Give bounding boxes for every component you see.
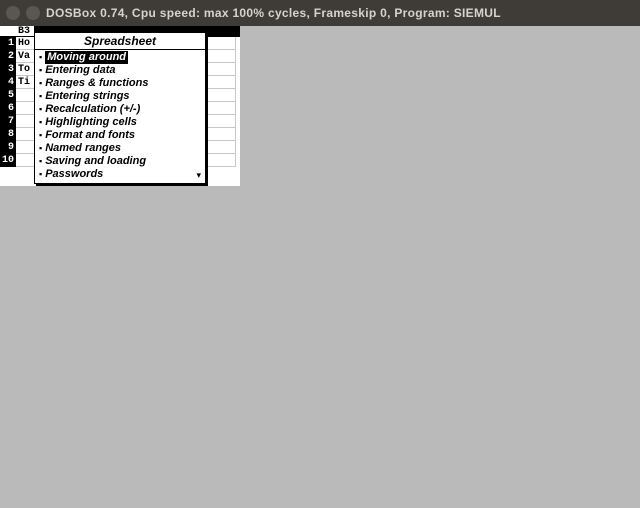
window-titlebar: DOSBox 0.74, Cpu speed: max 100% cycles,… <box>0 0 640 26</box>
row-header: 2 <box>0 50 14 63</box>
row-header: 1 <box>0 37 14 50</box>
bullet-icon: ▪ <box>39 129 42 142</box>
menu-item-label: Passwords <box>45 168 103 181</box>
bullet-icon: ▪ <box>39 142 42 155</box>
menu-item-label: Recalculation (+/-) <box>45 103 140 116</box>
row-header: 6 <box>0 102 14 115</box>
bullet-icon: ▪ <box>39 155 42 168</box>
bullet-icon: ▪ <box>39 103 42 116</box>
menu-item-ranges-functions[interactable]: ▪Ranges & functions <box>35 77 205 90</box>
menu-item-label: Highlighting cells <box>45 116 137 129</box>
row-header: 10 <box>0 154 14 167</box>
close-icon[interactable] <box>6 6 20 20</box>
window-title: DOSBox 0.74, Cpu speed: max 100% cycles,… <box>46 6 501 20</box>
bullet-icon: ▪ <box>39 64 42 77</box>
spreadsheet-help-menu: Spreadsheet ▪Moving around ▪Entering dat… <box>34 32 206 184</box>
bullet-icon: ▪ <box>39 90 42 103</box>
cell-reference: B3 <box>18 26 30 37</box>
row-header: 8 <box>0 128 14 141</box>
bullet-icon: ▪ <box>39 116 42 129</box>
bullet-icon: ▪ <box>39 51 42 64</box>
row-header: 4 <box>0 76 14 89</box>
menu-title: Spreadsheet <box>35 33 205 50</box>
menu-item-passwords[interactable]: ▪Passwords <box>35 168 205 181</box>
menu-item-label: Ranges & functions <box>45 77 148 90</box>
menu-item-label: Moving around <box>45 51 128 64</box>
menu-items: ▪Moving around ▪Entering data ▪Ranges & … <box>35 50 205 183</box>
menu-item-label: Entering strings <box>45 90 129 103</box>
bullet-icon: ▪ <box>39 77 42 90</box>
row-headers: 1 2 3 4 5 6 7 8 9 10 <box>0 37 16 167</box>
menu-item-highlighting-cells[interactable]: ▪Highlighting cells <box>35 116 205 129</box>
menu-item-label: Format and fonts <box>45 129 135 142</box>
menu-item-saving-loading[interactable]: ▪Saving and loading <box>35 155 205 168</box>
minimize-icon[interactable] <box>26 6 40 20</box>
menu-item-named-ranges[interactable]: ▪Named ranges <box>35 142 205 155</box>
row-header: 3 <box>0 63 14 76</box>
scroll-down-icon[interactable]: ▾ <box>196 170 201 181</box>
menu-item-recalculation[interactable]: ▪Recalculation (+/-) <box>35 103 205 116</box>
menu-item-entering-data[interactable]: ▪Entering data <box>35 64 205 77</box>
bullet-icon: ▪ <box>39 168 42 181</box>
menu-item-label: Entering data <box>45 64 115 77</box>
menu-item-format-fonts[interactable]: ▪Format and fonts <box>35 129 205 142</box>
menu-item-moving-around[interactable]: ▪Moving around <box>35 51 205 64</box>
menu-item-entering-strings[interactable]: ▪Entering strings <box>35 90 205 103</box>
row-header: 9 <box>0 141 14 154</box>
menu-item-label: Named ranges <box>45 142 121 155</box>
row-header: 5 <box>0 89 14 102</box>
menu-item-label: Saving and loading <box>45 155 146 168</box>
row-header: 7 <box>0 115 14 128</box>
